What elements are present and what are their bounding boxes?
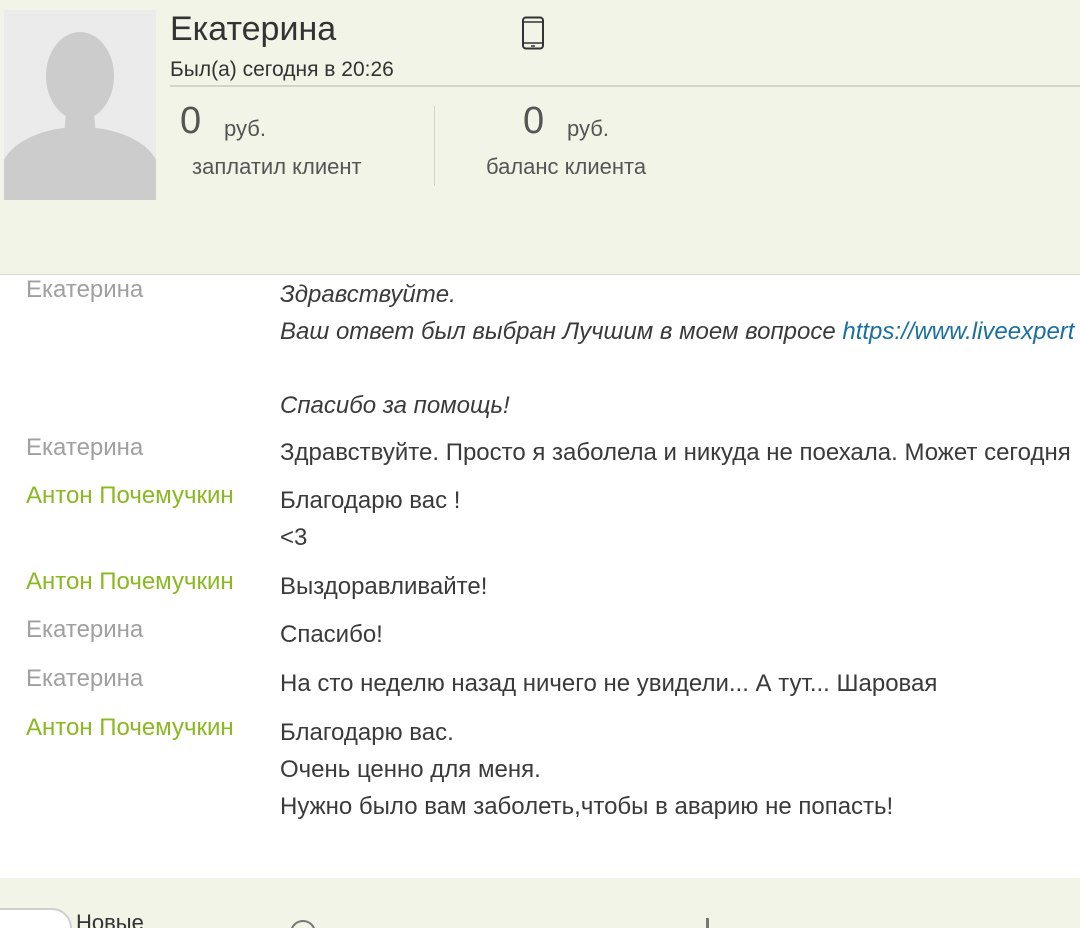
avatar[interactable] [4,10,156,200]
message-line: Благодарю вас ! [280,487,461,514]
message-list: Екатерина Здравствуйте. Ваш ответ был вы… [0,274,1080,878]
last-seen-status: Был(а) сегодня в 20:26 [170,58,394,81]
message-text: Спасибо! [280,616,1080,653]
balance-currency: руб. [567,116,609,141]
user-silhouette-icon [4,10,156,200]
circle-icon[interactable] [290,920,316,928]
message-text: На сто неделю назад ничего не увидели...… [280,665,1080,702]
paid-amount: 0 [180,100,202,142]
message-line: На сто неделю назад ничего не увидели...… [280,670,938,697]
message-line: Здравствуйте. [280,281,456,308]
message-line: Выздоравливайте! [280,573,488,600]
message-author[interactable]: Антон Почемучкин [26,482,234,510]
message-line: Спасибо за помощь! [280,392,510,419]
message-author[interactable]: Екатерина [26,276,143,304]
message-line: Нужно было вам заболеть,чтобы в аварию н… [280,793,894,820]
message-empty-line [280,350,1080,387]
message-text: Здравствуйте. Просто я заболела и никуда… [280,434,1080,471]
smartphone-icon [522,16,544,50]
message-author[interactable]: Екатерина [26,434,143,462]
message-author[interactable]: Екатерина [26,616,143,644]
message-line: Спасибо! [280,621,383,648]
message-line-text: Ваш ответ был выбран Лучшим в моем вопро… [280,318,843,345]
paid-currency: руб. [224,116,266,141]
message-text: Выздоравливайте! [280,568,1080,605]
client-name: Екатерина [170,10,337,48]
message-line: Очень ценно для меня. [280,756,541,783]
message-text: Благодарю вас ! <3 [280,482,1080,556]
message-line: <3 [280,524,308,551]
message-author[interactable]: Антон Почемучкин [26,714,234,742]
chat-page: Екатерина Был(а) сегодня в 20:26 0 руб. … [0,0,1080,928]
bar-icon[interactable] [706,918,723,928]
message-author[interactable]: Екатерина [26,665,143,693]
new-messages-toggle[interactable] [0,908,72,928]
client-header: Екатерина Был(а) сегодня в 20:26 0 руб. … [0,0,1080,275]
message-line: Здравствуйте. Просто я заболела и никуда… [280,439,1071,466]
question-link[interactable]: https://www.liveexpert [842,318,1074,345]
stats-divider [434,106,435,186]
chat-footer: Новые [0,878,1080,928]
message-line: Ваш ответ был выбран Лучшим в моем вопро… [280,313,1080,350]
message-text: Здравствуйте. Ваш ответ был выбран Лучши… [280,276,1080,424]
balance-caption: баланс клиента [486,154,647,179]
message-author[interactable]: Антон Почемучкин [26,568,234,596]
header-divider [170,85,1080,87]
message-text: Благодарю вас. Очень ценно для меня. Нуж… [280,714,1080,825]
paid-caption: заплатил клиент [192,154,362,179]
new-messages-label: Новые [76,910,144,928]
message-line: Благодарю вас. [280,719,454,746]
balance-amount: 0 [523,100,545,142]
